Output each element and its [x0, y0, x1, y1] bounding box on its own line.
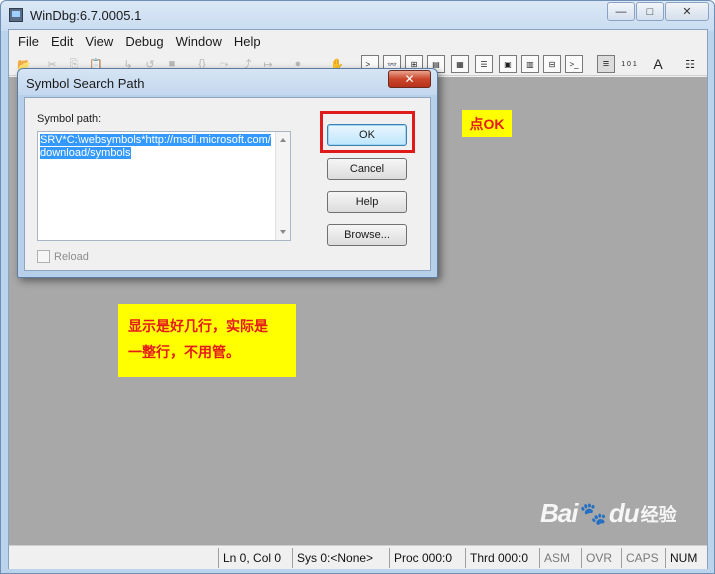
annotation-line-1: 显示是好几行，实际是: [128, 319, 268, 335]
symbol-path-value: SRV*C:\websymbols*http://msdl.microsoft.…: [40, 134, 271, 159]
symbol-path-label: Symbol path:: [37, 113, 102, 125]
status-ovr: OVR: [581, 548, 616, 568]
scroll-down-icon[interactable]: [280, 230, 286, 234]
menu-window[interactable]: Window: [171, 34, 227, 49]
callstack-window-icon[interactable]: ☰: [475, 55, 493, 73]
symbol-path-scrollbar[interactable]: [275, 132, 290, 240]
menu-bar: File Edit View Debug Window Help: [9, 30, 707, 52]
menu-view[interactable]: View: [80, 34, 118, 49]
ok-highlight-frame: [320, 111, 415, 153]
cancel-button[interactable]: Cancel: [327, 158, 407, 180]
paw-icon: 🐾: [579, 500, 607, 526]
menu-help[interactable]: Help: [229, 34, 266, 49]
dialog-close-button[interactable]: ✕: [388, 70, 431, 88]
windbg-app-icon: [9, 8, 23, 22]
reload-checkbox-box[interactable]: [37, 250, 50, 263]
status-thrd: Thrd 000:0: [465, 548, 532, 568]
title-bar[interactable]: WinDbg:6.7.0005.1 — □ ✕: [1, 1, 714, 29]
ok-annotation: 点OK: [462, 110, 512, 137]
minimize-button[interactable]: —: [607, 2, 635, 21]
status-line-col: Ln 0, Col 0: [218, 548, 285, 568]
maximize-button[interactable]: □: [636, 2, 664, 21]
watermark-sub: 经验: [640, 504, 677, 525]
menu-edit[interactable]: Edit: [46, 34, 78, 49]
scratch-icon[interactable]: >_: [565, 55, 583, 73]
status-caps: CAPS: [621, 548, 663, 568]
reload-label: Reload: [54, 250, 89, 263]
symbol-path-textarea[interactable]: SRV*C:\websymbols*http://msdl.microsoft.…: [37, 131, 291, 241]
status-asm: ASM: [539, 548, 574, 568]
annotation-line-2: 一整行，不用管。: [128, 345, 240, 361]
status-bar: Ln 0, Col 0 Sys 0:<None> Proc 000:0 Thrd…: [9, 545, 707, 569]
status-proc: Proc 000:0: [389, 548, 456, 568]
reload-checkbox[interactable]: Reload: [37, 250, 89, 263]
memory-window-icon[interactable]: ▦: [451, 55, 469, 73]
menu-file[interactable]: File: [13, 34, 44, 49]
watermark-brand-right: du: [608, 498, 640, 528]
watermark-brand-left: Bai: [540, 498, 578, 528]
caption-buttons: — □ ✕: [606, 2, 709, 21]
browse-button[interactable]: Browse...: [327, 224, 407, 246]
hex-mode-icon[interactable]: 1 0 1: [619, 55, 639, 73]
baidu-watermark: Bai 🐾 du 经验: [540, 498, 677, 529]
scroll-up-icon[interactable]: [280, 138, 286, 142]
menu-debug[interactable]: Debug: [120, 34, 168, 49]
status-sys: Sys 0:<None>: [292, 548, 377, 568]
dialog-title: Symbol Search Path: [26, 76, 145, 91]
symbol-search-path-dialog: Symbol Search Path ✕ Symbol path: SRV*C:…: [17, 68, 438, 278]
source-mode-icon[interactable]: ≡: [597, 55, 615, 73]
status-num: NUM: [665, 548, 701, 568]
window-title: WinDbg:6.7.0005.1: [30, 8, 142, 23]
help-button[interactable]: Help: [327, 191, 407, 213]
close-button[interactable]: ✕: [665, 2, 709, 21]
scratchpad-window-icon[interactable]: ▥: [521, 55, 539, 73]
options-icon[interactable]: ☷: [681, 55, 699, 73]
processes-threads-icon[interactable]: ⊟: [543, 55, 561, 73]
font-icon[interactable]: A: [649, 55, 667, 73]
multiline-annotation: 显示是好几行，实际是 一整行，不用管。: [118, 304, 296, 377]
disassembly-window-icon[interactable]: ▣: [499, 55, 517, 73]
